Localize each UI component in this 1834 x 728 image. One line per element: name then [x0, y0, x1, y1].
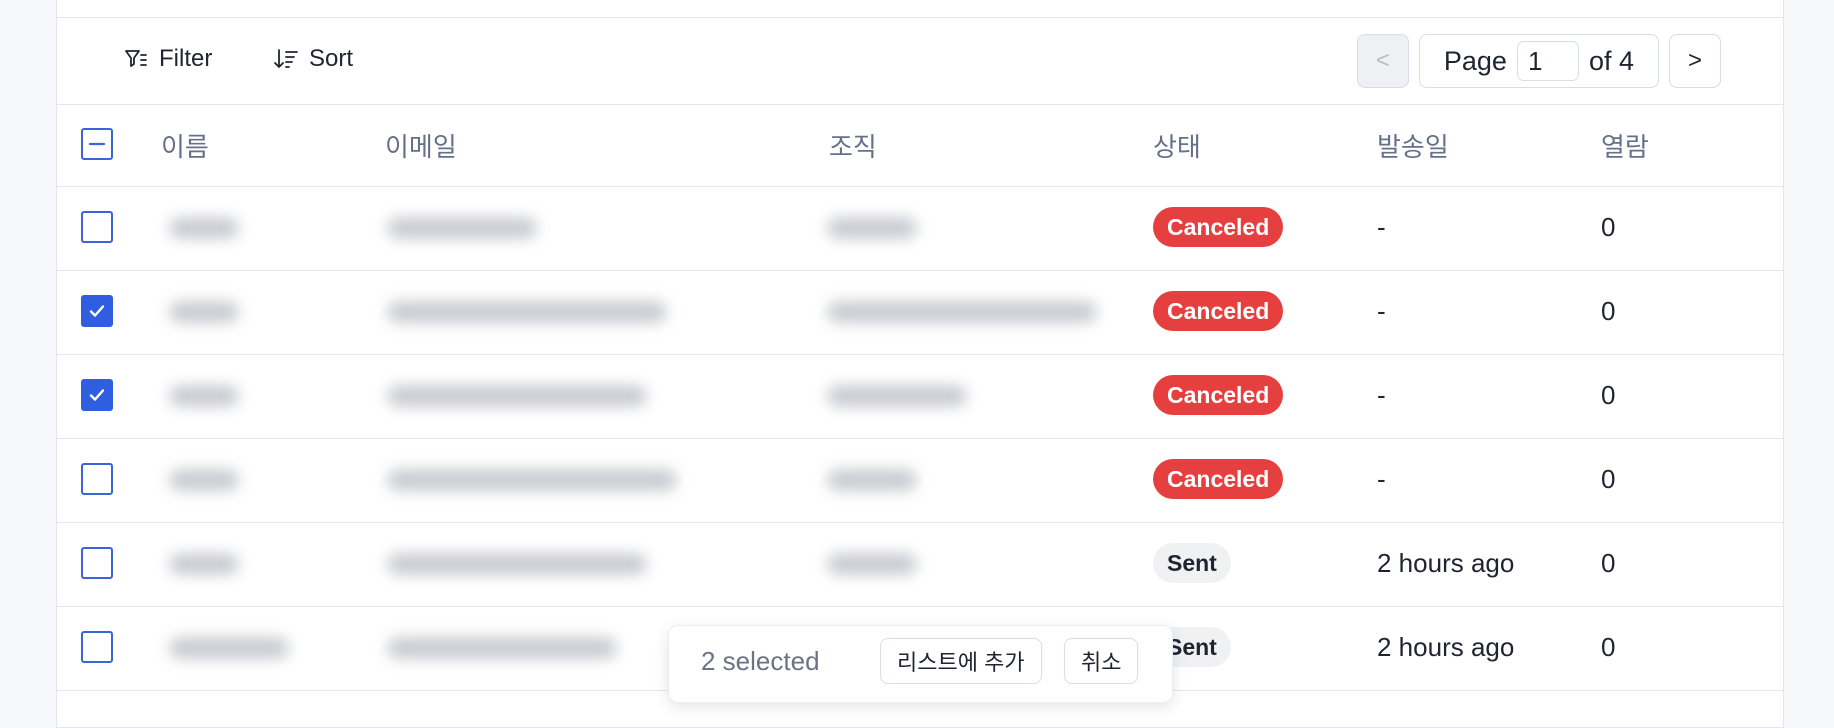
cancel-selection-button[interactable]: 취소 [1064, 638, 1139, 684]
redacted-org [827, 553, 917, 575]
opens-cell: 0 [1601, 212, 1616, 242]
row-checkbox[interactable] [81, 379, 113, 411]
header-email[interactable]: 이메일 [385, 127, 457, 164]
status-badge: Canceled [1153, 459, 1284, 499]
filter-label: Filter [159, 45, 213, 72]
table-header: 이름 이메일 조직 상태 발송일 열람 [57, 105, 1783, 187]
page-total: of 4 [1588, 45, 1634, 76]
table-row[interactable]: Canceled - 0 [57, 355, 1783, 439]
table-row[interactable]: Sent 2 hours ago 0 [57, 523, 1783, 607]
row-checkbox[interactable] [81, 295, 113, 327]
selected-count: 2 selected [701, 646, 820, 676]
opens-cell: 0 [1601, 296, 1616, 326]
redacted-email [387, 553, 647, 575]
redacted-email [387, 385, 647, 407]
opens-cell: 0 [1601, 632, 1616, 662]
sent-at-cell: 2 hours ago [1377, 548, 1515, 578]
opens-cell: 0 [1601, 380, 1616, 410]
redacted-name [169, 637, 289, 659]
redacted-name [169, 469, 239, 491]
add-to-list-button[interactable]: 리스트에 추가 [880, 638, 1042, 684]
row-checkbox[interactable] [81, 547, 113, 579]
header-sent-at[interactable]: 발송일 [1377, 127, 1449, 164]
top-strip [57, 0, 1783, 18]
next-page-button[interactable]: > [1669, 34, 1721, 88]
status-badge: Canceled [1153, 291, 1284, 331]
prev-page-button[interactable]: < [1356, 34, 1409, 88]
table-row[interactable]: Canceled - 0 [57, 187, 1783, 271]
sent-at-cell: - [1377, 380, 1386, 410]
filter-icon [125, 50, 147, 67]
redacted-name [169, 217, 239, 239]
indeterminate-icon [88, 142, 106, 146]
page-label: Page [1443, 45, 1507, 76]
check-icon [89, 305, 105, 317]
header-org[interactable]: 조직 [829, 127, 877, 164]
redacted-name [169, 301, 239, 323]
redacted-email [387, 217, 537, 239]
redacted-email [387, 301, 667, 323]
header-name[interactable]: 이름 [161, 127, 209, 164]
header-status[interactable]: 상태 [1153, 127, 1201, 164]
sent-at-cell: - [1377, 464, 1386, 494]
row-checkbox[interactable] [81, 211, 113, 243]
bulk-selection-bar: 2 selected 리스트에 추가 취소 [668, 625, 1173, 703]
opens-cell: 0 [1601, 464, 1616, 494]
pagination: < Page of 4 > [1356, 33, 1721, 89]
sent-at-cell: - [1377, 212, 1386, 242]
select-all-checkbox[interactable] [81, 128, 113, 160]
sent-at-cell: - [1377, 296, 1386, 326]
check-icon [89, 389, 105, 401]
header-opens[interactable]: 열람 [1601, 127, 1649, 164]
redacted-name [169, 553, 239, 575]
sort-button[interactable]: Sort [273, 39, 353, 79]
sort-icon [274, 49, 298, 68]
redacted-email [387, 637, 617, 659]
filter-button[interactable]: Filter [123, 39, 212, 79]
table-row[interactable]: Canceled - 0 [57, 271, 1783, 355]
redacted-org [827, 301, 1097, 323]
status-badge: Canceled [1153, 375, 1284, 415]
redacted-org [827, 217, 917, 239]
page-number-input[interactable] [1516, 41, 1579, 81]
recipients-table-card: Filter Sort < Page of 4 > 이름 이메일 조직 상태 발… [56, 0, 1784, 728]
sort-label: Sort [309, 45, 354, 72]
redacted-org [827, 385, 967, 407]
row-checkbox[interactable] [81, 631, 113, 663]
sent-at-cell: 2 hours ago [1377, 632, 1515, 662]
page-indicator: Page of 4 [1418, 34, 1659, 88]
opens-cell: 0 [1601, 548, 1616, 578]
status-badge: Sent [1153, 543, 1231, 583]
redacted-email [387, 469, 677, 491]
status-badge: Canceled [1153, 207, 1284, 247]
table-row[interactable]: Canceled - 0 [57, 439, 1783, 523]
redacted-org [827, 469, 917, 491]
redacted-name [169, 385, 239, 407]
row-checkbox[interactable] [81, 463, 113, 495]
table-toolbar: Filter Sort < Page of 4 > [57, 17, 1783, 105]
